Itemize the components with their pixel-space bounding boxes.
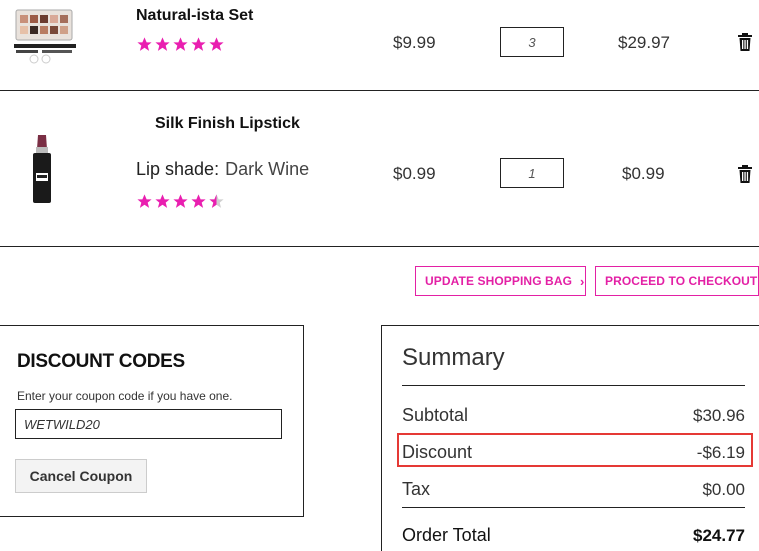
star-icon (155, 194, 170, 208)
discount-hint: Enter your coupon code if you have one. (17, 389, 233, 403)
star-half-icon (209, 194, 224, 208)
star-icon (209, 37, 224, 51)
unit-price: $0.99 (393, 164, 436, 183)
star-icon (191, 37, 206, 51)
coupon-code-input[interactable] (15, 409, 282, 439)
proceed-to-checkout-button[interactable]: PROCEED TO CHECKOUT › (595, 266, 759, 296)
rating-stars (136, 36, 225, 54)
summary-divider (402, 385, 745, 386)
unit-price: $9.99 (393, 33, 436, 52)
shade-info: Lip shade: Dark Wine (136, 159, 309, 180)
line-total: $29.97 (618, 33, 670, 52)
subtotal-label: Subtotal (402, 405, 469, 425)
trash-icon[interactable] (737, 165, 753, 183)
trash-icon[interactable] (737, 33, 753, 51)
chevron-right-icon: › (580, 273, 585, 289)
discount-codes-panel: DISCOUNT CODES Enter your coupon code if… (0, 325, 304, 517)
subtotal-value: $30.96 (693, 406, 745, 425)
star-icon (137, 194, 152, 208)
summary-title: Summary (402, 344, 505, 371)
discount-highlight-box (397, 433, 753, 467)
row-divider (0, 90, 759, 91)
product-name[interactable]: Silk Finish Lipstick (155, 115, 300, 133)
summary-divider (402, 507, 745, 508)
rating-stars (136, 193, 225, 211)
update-shopping-bag-button[interactable]: UPDATE SHOPPING BAG › (415, 266, 586, 296)
star-icon (173, 194, 188, 208)
product-image-palette[interactable] (12, 6, 78, 64)
tax-value: $0.00 (702, 480, 745, 499)
update-shopping-bag-label: UPDATE SHOPPING BAG (425, 274, 573, 288)
cancel-coupon-button[interactable]: Cancel Coupon (15, 459, 147, 493)
order-total-label: Order Total (402, 525, 491, 545)
star-icon (173, 37, 188, 51)
star-icon (155, 37, 170, 51)
quantity-input[interactable] (500, 158, 564, 188)
product-name[interactable]: Natural-ista Set (136, 7, 253, 25)
star-icon (137, 37, 152, 51)
tax-label: Tax (402, 479, 431, 499)
proceed-to-checkout-label: PROCEED TO CHECKOUT (605, 274, 758, 288)
shade-value: Dark Wine (225, 159, 310, 179)
product-image-lipstick[interactable] (30, 133, 54, 205)
discount-title: DISCOUNT CODES (17, 351, 185, 372)
row-divider (0, 246, 759, 247)
quantity-input[interactable] (500, 27, 564, 57)
shade-label: Lip shade: (136, 159, 220, 179)
order-total-value: $24.77 (693, 526, 745, 545)
line-total: $0.99 (622, 164, 665, 183)
star-icon (191, 194, 206, 208)
